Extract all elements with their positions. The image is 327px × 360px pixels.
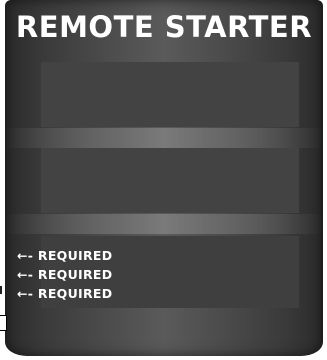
field-divider — [5, 128, 323, 148]
required-marker: ←- REQUIRED — [17, 248, 113, 263]
form-field-2[interactable] — [41, 148, 299, 213]
remote-starter-panel: REMOTE STARTER ←- REQUIRED ←- REQUIRED ←… — [5, 0, 323, 356]
form-field-1[interactable] — [41, 62, 299, 127]
checkbox-fragment[interactable] — [0, 315, 7, 331]
required-marker: ←- REQUIRED — [17, 286, 113, 301]
panel-title: REMOTE STARTER — [15, 10, 313, 44]
edge-tick — [0, 286, 2, 294]
required-marker: ←- REQUIRED — [17, 267, 113, 282]
field-divider — [5, 214, 323, 234]
